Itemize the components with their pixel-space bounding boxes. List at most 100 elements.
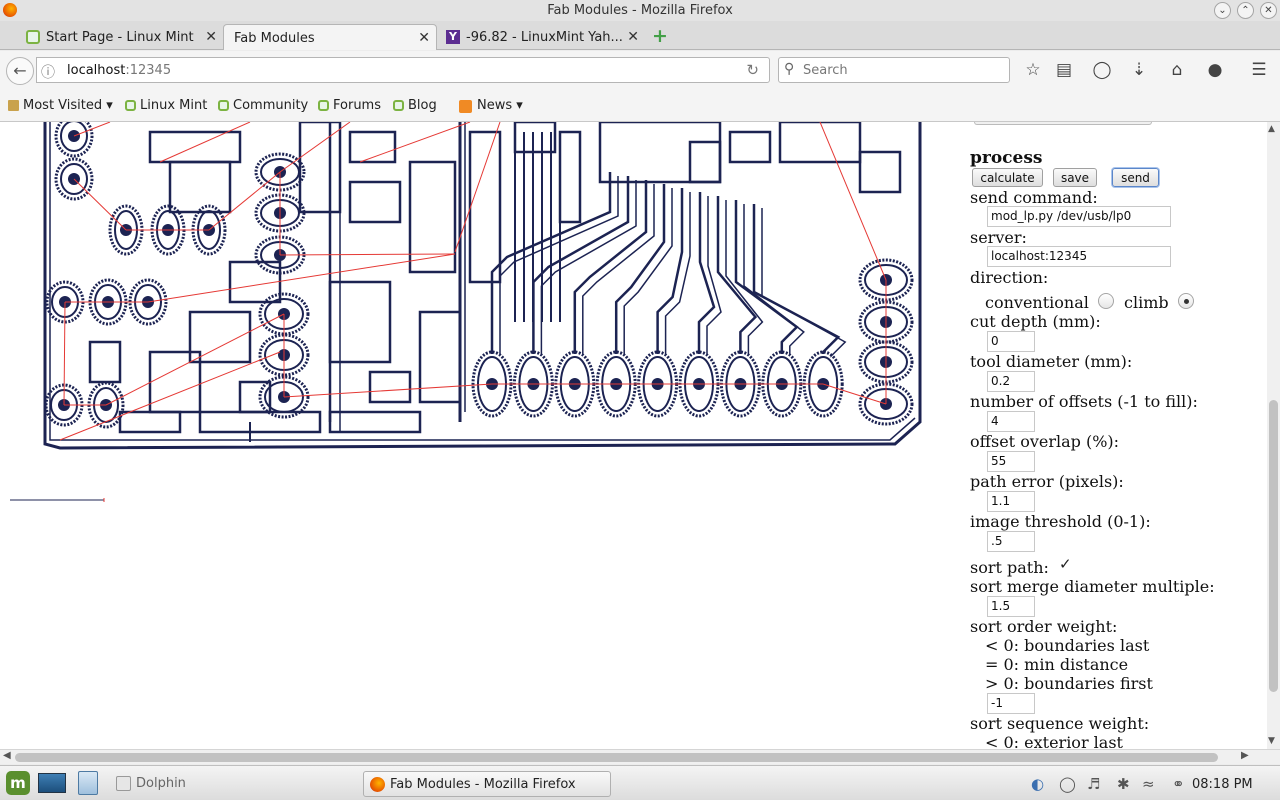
file-manager-icon[interactable] <box>78 771 98 795</box>
horizontal-scrollbar[interactable]: ◀ ▶ <box>0 749 1280 764</box>
minimize-button[interactable]: ⌄ <box>1214 2 1231 19</box>
travel-move <box>208 171 281 231</box>
vertical-scrollbar[interactable]: ▲ ▼ <box>1267 122 1280 749</box>
toolpath-trace <box>734 200 799 354</box>
send-command-label: send command: <box>970 188 1098 207</box>
url-bar[interactable]: ⓘ localhost:12345 ↻ <box>36 57 770 83</box>
bookmark-blog[interactable]: Blog <box>393 98 437 113</box>
order-help-lt: < 0: boundaries last <box>985 636 1150 655</box>
direction-label: direction: <box>970 268 1049 287</box>
tab-bar: Start Page - Linux Mint ✕ Fab Modules ✕ … <box>0 21 1280 50</box>
toolpath-trace <box>598 122 722 184</box>
toolpath-trace <box>168 160 232 214</box>
threshold-field[interactable]: .5 <box>987 531 1035 552</box>
pocket-icon[interactable]: ◯ <box>1091 60 1113 80</box>
travel-move <box>147 253 456 303</box>
taskbar: m Dolphin Fab Modules - Mozilla Firefox … <box>0 765 1280 800</box>
close-window-button[interactable]: ✕ <box>1260 2 1277 19</box>
toolpath-trace <box>728 130 772 164</box>
downloads-icon[interactable]: ⇣ <box>1128 60 1150 80</box>
bookmark-linux-mint[interactable]: Linux Mint <box>125 98 207 113</box>
bookmark-most-visited[interactable]: Most Visited ▾ <box>8 98 113 113</box>
maximize-button[interactable]: ⌃ <box>1237 2 1254 19</box>
path-error-label: path error (pixels): <box>970 472 1124 491</box>
toolpath-trace <box>198 410 322 434</box>
volume-icon[interactable]: ♬ <box>1087 775 1100 793</box>
bookmarks-library-icon[interactable]: ▤ <box>1053 60 1075 80</box>
tab-yahoo[interactable]: Y -96.82 - LinuxMint Yah... ✕ <box>441 24 645 50</box>
save-button[interactable]: save <box>1053 168 1097 187</box>
server-field[interactable]: localhost:12345 <box>987 246 1171 267</box>
bluetooth-icon[interactable]: ✱ <box>1117 775 1130 793</box>
tab-fab-modules[interactable]: Fab Modules ✕ <box>223 24 437 50</box>
tab-label: Start Page - Linux Mint <box>46 30 194 45</box>
shield-icon[interactable]: ◐ <box>1031 775 1044 793</box>
toolpath-trace <box>328 410 422 434</box>
tab-label: Fab Modules <box>234 31 315 46</box>
back-button[interactable]: ← <box>6 57 34 85</box>
mint-menu-icon[interactable]: m <box>6 771 30 795</box>
search-input[interactable]: ⚲ Search <box>778 57 1010 83</box>
bookmark-star-icon[interactable]: ☆ <box>1022 60 1044 80</box>
menu-icon[interactable]: ☰ <box>1248 60 1270 80</box>
linux-mint-icon <box>318 100 329 111</box>
send-button[interactable]: send <box>1112 168 1159 187</box>
travel-move <box>454 122 501 253</box>
overlap-field[interactable]: 55 <box>987 451 1035 472</box>
site-info-icon[interactable]: ⓘ <box>41 62 55 82</box>
wifi-icon[interactable]: ≈ <box>1142 775 1155 793</box>
close-tab-icon[interactable]: ✕ <box>627 29 639 45</box>
scroll-right-icon[interactable]: ▶ <box>1241 750 1249 761</box>
travel-move <box>59 351 281 441</box>
rss-icon <box>459 100 472 113</box>
select-dropdown[interactable] <box>974 122 1152 125</box>
merge-field[interactable]: 1.5 <box>987 596 1035 617</box>
navigation-bar: ← ⓘ localhost:12345 ↻ ⚲ Search ☆ ▤ ◯ ⇣ ⌂… <box>0 51 1280 91</box>
toolpath-trace <box>540 180 637 354</box>
scroll-down-icon[interactable]: ▼ <box>1268 736 1275 746</box>
close-tab-icon[interactable]: ✕ <box>205 29 217 45</box>
vertical-scroll-thumb[interactable] <box>1269 400 1278 692</box>
search-icon: ⚲ <box>784 61 795 77</box>
tab-start-page[interactable]: Start Page - Linux Mint ✕ <box>21 24 223 50</box>
home-icon[interactable]: ⌂ <box>1166 60 1188 80</box>
scroll-left-icon[interactable]: ◀ <box>3 750 11 761</box>
linux-mint-icon <box>125 100 136 111</box>
network-icon[interactable]: ◯ <box>1059 775 1076 793</box>
threshold-label: image threshold (0-1): <box>970 512 1151 531</box>
linux-mint-icon <box>393 100 404 111</box>
close-tab-icon[interactable]: ✕ <box>418 30 430 46</box>
bookmark-news[interactable]: News ▾ <box>459 98 523 113</box>
scroll-up-icon[interactable]: ▲ <box>1268 124 1275 134</box>
dolphin-icon <box>116 776 131 791</box>
send-command-field[interactable]: mod_lp.py /dev/usb/lp0 <box>987 206 1171 227</box>
sort-path-checkbox[interactable]: ✓ <box>1059 557 1075 573</box>
toolpath-trace <box>656 188 684 354</box>
task-firefox[interactable]: Fab Modules - Mozilla Firefox <box>363 771 611 797</box>
power-icon[interactable]: ⚭ <box>1172 775 1185 793</box>
toolpath-trace <box>858 150 902 194</box>
chat-icon[interactable]: ● <box>1204 60 1226 80</box>
reload-icon[interactable]: ↻ <box>746 61 759 79</box>
order-field[interactable]: -1 <box>987 693 1035 714</box>
order-help-eq: = 0: min distance <box>985 655 1129 674</box>
tool-diameter-field[interactable]: 0.2 <box>987 371 1035 392</box>
firefox-icon <box>370 777 385 792</box>
bookmark-forums[interactable]: Forums <box>318 98 381 113</box>
url-text: localhost:12345 <box>67 63 172 78</box>
new-tab-button[interactable]: + <box>652 25 668 47</box>
show-desktop-icon[interactable] <box>38 773 66 793</box>
calculate-button[interactable]: calculate <box>972 168 1043 187</box>
offsets-field[interactable]: 4 <box>987 411 1035 432</box>
bookmarks-bar: Most Visited ▾ Linux Mint Community Foru… <box>0 91 1280 122</box>
tool-diameter-label: tool diameter (mm): <box>970 352 1133 371</box>
path-error-field[interactable]: 1.1 <box>987 491 1035 512</box>
bookmark-community[interactable]: Community <box>218 98 308 113</box>
horizontal-scroll-thumb[interactable] <box>15 753 1218 762</box>
climb-radio[interactable] <box>1178 293 1194 309</box>
order-help-gt: > 0: boundaries first <box>985 674 1153 693</box>
toolpath-trace <box>368 370 412 404</box>
task-dolphin[interactable]: Dolphin <box>110 771 350 797</box>
conventional-radio[interactable] <box>1098 293 1114 309</box>
cut-depth-field[interactable]: 0 <box>987 331 1035 352</box>
